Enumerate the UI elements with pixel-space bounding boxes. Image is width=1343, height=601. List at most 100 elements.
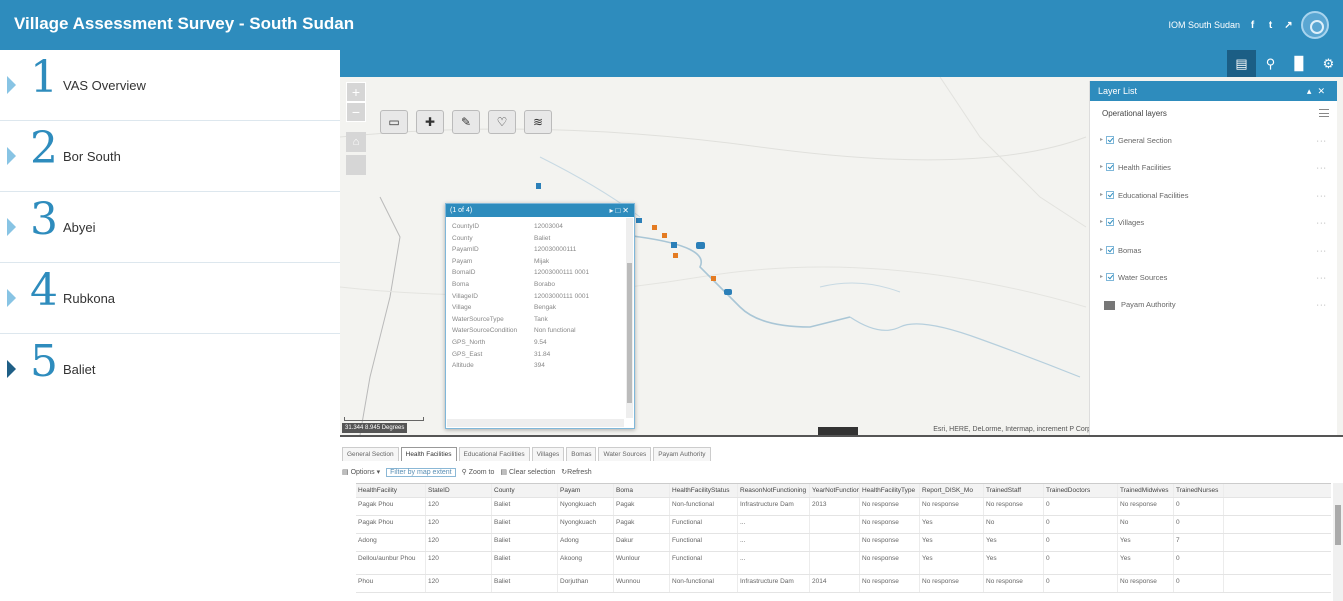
- column-header[interactable]: Report_DISK_Mo: [920, 484, 984, 497]
- home-icon[interactable]: ⌂: [346, 132, 366, 152]
- layer-item-payam-authority[interactable]: Payam Authority ···: [1090, 291, 1337, 318]
- query-widget-icon[interactable]: ⚙: [1314, 50, 1343, 77]
- expand-icon[interactable]: ▸: [1100, 127, 1103, 154]
- layer-options-icon[interactable]: ···: [1317, 291, 1328, 318]
- layer-item-bomas[interactable]: ▸ Bomas ···: [1090, 237, 1337, 264]
- column-header[interactable]: TrainedStaff: [984, 484, 1044, 497]
- table-cell: Wunnou: [614, 575, 670, 592]
- table-row[interactable]: Dellou/aunbur Phou 120 Baliet Akoong Wunlour…: [356, 552, 1331, 575]
- story-item-vas-overview[interactable]: 1 VAS Overview: [0, 50, 340, 121]
- tab-water-sources[interactable]: Water Sources: [598, 447, 652, 461]
- column-header[interactable]: Boma: [614, 484, 670, 497]
- education-layer-icon[interactable]: ✎: [452, 110, 480, 134]
- expand-icon[interactable]: ▸: [1100, 264, 1103, 291]
- column-header[interactable]: StateID: [426, 484, 492, 497]
- expand-icon[interactable]: ▸: [1100, 182, 1103, 209]
- grid-scroll-thumb[interactable]: [1335, 505, 1341, 545]
- column-header[interactable]: YearNotFunctioning: [810, 484, 860, 497]
- zoom-to-button[interactable]: ⚲ Zoom to: [462, 468, 495, 476]
- layer-list-widget-icon[interactable]: ▤: [1227, 50, 1256, 77]
- layer-options-icon[interactable]: ···: [1317, 154, 1328, 181]
- refresh-button[interactable]: ↻Refresh: [561, 468, 591, 476]
- column-header[interactable]: HealthFacilityType: [860, 484, 920, 497]
- layer-checkbox[interactable]: [1106, 272, 1114, 281]
- close-icon[interactable]: ✕: [1317, 86, 1331, 96]
- layer-item-educational-facilities[interactable]: ▸ Educational Facilities ···: [1090, 182, 1337, 209]
- layer-options-icon[interactable]: ···: [1317, 237, 1328, 264]
- popup-scroll-thumb[interactable]: [627, 263, 632, 403]
- health-layer-icon[interactable]: ✚: [416, 110, 444, 134]
- table-cell: Yes: [984, 552, 1044, 574]
- story-item-rubkona[interactable]: 4 Rubkona: [0, 263, 340, 334]
- tab-payam-authority[interactable]: Payam Authority: [653, 447, 711, 461]
- layer-options-icon[interactable]: ···: [1317, 264, 1328, 291]
- column-header[interactable]: HealthFacilityStatus: [670, 484, 738, 497]
- table-cell: Baliet: [492, 552, 558, 574]
- layer-checkbox[interactable]: [1106, 136, 1114, 145]
- column-header[interactable]: HealthFacility: [356, 484, 426, 497]
- expand-icon[interactable]: ▸: [1100, 237, 1103, 264]
- layer-checkbox[interactable]: [1106, 190, 1114, 199]
- popup-horizontal-scrollbar[interactable]: [447, 419, 624, 427]
- column-header[interactable]: Payam: [558, 484, 614, 497]
- table-cell: Yes: [920, 516, 984, 533]
- expand-icon[interactable]: ▸: [1100, 209, 1103, 236]
- popup-field: VillageID 12003000111 0001: [452, 291, 618, 303]
- zoom-in-button[interactable]: +: [346, 82, 366, 102]
- table-row[interactable]: Pagak Phou 120 Baliet Nyongkuach Pagak Functi…: [356, 516, 1331, 534]
- field-value: Borabo: [534, 280, 555, 288]
- tab-villages[interactable]: Villages: [531, 447, 565, 461]
- layer-options-icon[interactable]: ···: [1317, 209, 1328, 236]
- general-layer-icon[interactable]: ▭: [380, 110, 408, 134]
- close-icon[interactable]: ✕: [622, 206, 631, 215]
- menu-icon[interactable]: [1319, 109, 1329, 117]
- search-widget-icon[interactable]: ⚲: [1256, 50, 1285, 77]
- locate-icon[interactable]: [346, 155, 366, 175]
- layer-options-icon[interactable]: ···: [1317, 182, 1328, 209]
- table-row[interactable]: Phou 120 Baliet Dorjuthan Wunnou Non-function…: [356, 575, 1331, 593]
- layer-item-water-sources[interactable]: ▸ Water Sources ···: [1090, 264, 1337, 291]
- column-header[interactable]: TrainedNurses: [1174, 484, 1224, 497]
- collapse-icon[interactable]: ▴: [1307, 86, 1318, 96]
- table-row[interactable]: Pagak Phou 120 Baliet Nyongkuach Pagak Non-fu…: [356, 498, 1331, 516]
- twitter-icon[interactable]: t: [1265, 20, 1276, 31]
- facebook-icon[interactable]: f: [1247, 20, 1258, 31]
- grid-scrollbar[interactable]: [1333, 483, 1343, 601]
- layer-item-health-facilities[interactable]: ▸ Health Facilities ···: [1090, 154, 1337, 181]
- layer-item-villages[interactable]: ▸ Villages ···: [1090, 209, 1337, 236]
- layer-checkbox[interactable]: [1106, 218, 1114, 227]
- village-layer-icon[interactable]: ♡: [488, 110, 516, 134]
- water-layer-icon[interactable]: ≋: [524, 110, 552, 134]
- tab-bomas[interactable]: Bomas: [566, 447, 597, 461]
- chart-widget-icon[interactable]: ▉: [1285, 50, 1314, 77]
- popup-scrollbar[interactable]: [626, 218, 633, 418]
- layer-checkbox[interactable]: [1106, 245, 1114, 254]
- story-item-abyei[interactable]: 3 Abyei: [0, 192, 340, 263]
- layer-checkbox[interactable]: [1106, 163, 1114, 172]
- table-cell: Infrastructure Dam: [738, 575, 810, 592]
- tab-health-facilities[interactable]: Health Facilities: [400, 447, 457, 461]
- table-row[interactable]: Adong 120 Baliet Adong Dakur Functional... No …: [356, 534, 1331, 552]
- tab-educational-facilities[interactable]: Educational Facilities: [458, 447, 530, 461]
- table-collapse-handle[interactable]: [818, 427, 858, 435]
- clear-selection-button[interactable]: ▤ Clear selection: [500, 468, 555, 476]
- layer-item-general-section[interactable]: ▸ General Section ···: [1090, 127, 1337, 154]
- map-area: ▤ ⚲ ▉ ⚙ + − ⌂ ▭ ✚ ✎ ♡ ≋ 31.344 8.945 Deg…: [340, 50, 1343, 435]
- column-header[interactable]: TrainedMidwives: [1118, 484, 1174, 497]
- zoom-out-button[interactable]: −: [346, 102, 366, 122]
- table-cell: Functional: [670, 534, 738, 551]
- org-link[interactable]: IOM South Sudan: [1168, 20, 1240, 30]
- column-header[interactable]: County: [492, 484, 558, 497]
- expand-icon[interactable]: ▸: [1100, 154, 1103, 181]
- filter-by-extent-button[interactable]: Filter by map extent: [386, 467, 456, 477]
- layer-options-icon[interactable]: ···: [1317, 127, 1328, 154]
- options-button[interactable]: ▤ Options ▾: [342, 468, 380, 476]
- link-icon[interactable]: ↗: [1283, 20, 1294, 31]
- column-header[interactable]: TrainedDoctors: [1044, 484, 1118, 497]
- story-label: Abyei: [63, 220, 96, 235]
- story-item-bor-south[interactable]: 2 Bor South: [0, 121, 340, 192]
- story-item-baliet[interactable]: 5 Baliet: [0, 334, 340, 405]
- column-header[interactable]: ReasonNotFunctioning: [738, 484, 810, 497]
- app-root: Village Assessment Survey - South Sudan …: [0, 0, 1343, 601]
- tab-general-section[interactable]: General Section: [342, 447, 399, 461]
